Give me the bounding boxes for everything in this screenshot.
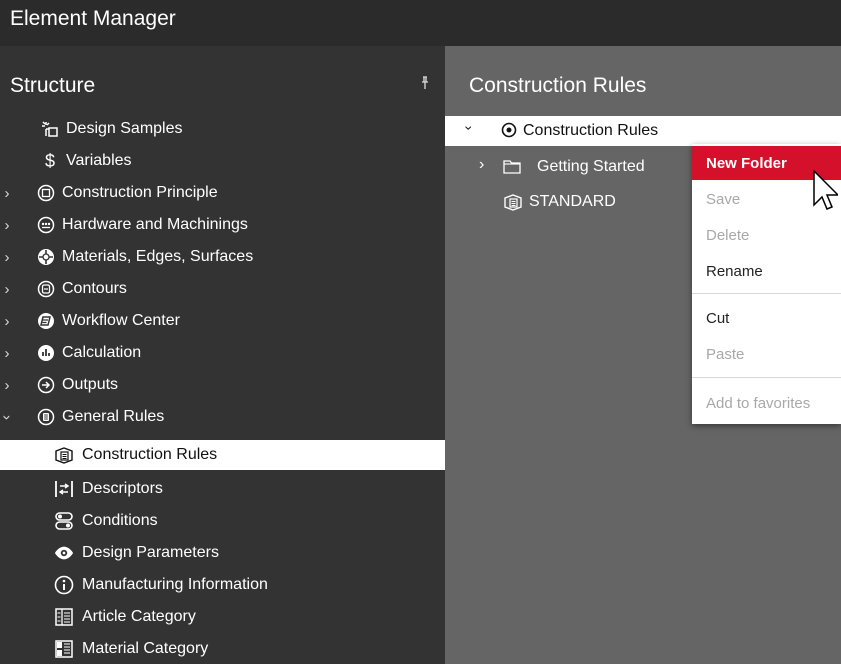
tree-item-construction-principle[interactable]: › Construction Principle: [0, 178, 445, 208]
descriptors-icon: [54, 479, 74, 499]
tree-item-construction-rules[interactable]: Construction Rules: [0, 440, 445, 470]
tree-item-contours[interactable]: › Contours: [0, 274, 445, 304]
chevron-down-icon[interactable]: ›: [0, 410, 16, 424]
tree-item-label: Conditions: [82, 512, 158, 529]
info-icon: [54, 575, 74, 595]
tree-item-label: Hardware and Machinings: [62, 216, 248, 233]
content-tree-item-label: Getting Started: [537, 158, 645, 175]
eye-icon: [54, 543, 74, 563]
tree-item-label: General Rules: [62, 408, 165, 425]
article-category-icon: [54, 607, 74, 627]
tree-item-label: Construction Rules: [82, 446, 218, 463]
conditions-icon: [54, 511, 74, 531]
content-tree-item-label: STANDARD: [529, 193, 616, 210]
tree-item-materials[interactable]: › Materials, Edges, Surfaces: [0, 242, 445, 272]
content-tree-root[interactable]: › Construction Rules: [445, 116, 841, 146]
target-icon: [501, 122, 517, 143]
rule-doc-icon: [503, 193, 523, 216]
chevron-right-icon[interactable]: ›: [0, 313, 14, 330]
construction-rules-icon: [54, 445, 74, 465]
construction-principle-icon: [36, 183, 56, 203]
mouse-cursor-icon: [812, 169, 840, 218]
tree-item-material-category[interactable]: Material Category: [0, 634, 445, 664]
chevron-right-icon[interactable]: ›: [0, 249, 14, 266]
pin-icon[interactable]: [420, 76, 430, 93]
workflow-icon: [36, 311, 56, 331]
tree-item-variables[interactable]: $ Variables: [0, 146, 445, 176]
tree-item-label: Calculation: [62, 344, 142, 361]
tree-item-label: Materials, Edges, Surfaces: [62, 248, 254, 265]
general-rules-icon: [36, 407, 56, 427]
tree-item-label: Variables: [66, 152, 132, 169]
menu-separator: [692, 377, 841, 378]
dollar-icon: $: [44, 150, 55, 171]
content-tree-root-label: Construction Rules: [523, 122, 659, 139]
tree-item-label: Contours: [62, 280, 127, 297]
structure-panel: Structure Design Samples $ Variables › C…: [0, 46, 445, 664]
tree-item-label: Material Category: [82, 640, 209, 657]
tree-item-label: Outputs: [62, 376, 119, 393]
tree-item-descriptors[interactable]: Descriptors: [0, 474, 445, 504]
menu-item-rename[interactable]: Rename: [692, 254, 841, 288]
tree-item-calculation[interactable]: › Calculation: [0, 338, 445, 368]
tree-item-design-parameters[interactable]: Design Parameters: [0, 538, 445, 568]
design-samples-icon: [40, 119, 60, 139]
hardware-icon: [36, 215, 56, 235]
tree-item-label: Workflow Center: [62, 312, 180, 329]
menu-item-cut[interactable]: Cut: [692, 301, 841, 335]
tree-item-label: Design Samples: [66, 120, 183, 137]
tree-item-label: Design Parameters: [82, 544, 219, 561]
chevron-right-icon[interactable]: ›: [0, 281, 14, 298]
tree-item-design-samples[interactable]: Design Samples: [0, 114, 445, 144]
materials-icon: [36, 247, 56, 267]
tree-item-workflow[interactable]: › Workflow Center: [0, 306, 445, 336]
material-category-icon: [54, 639, 74, 659]
calculation-icon: [36, 343, 56, 363]
chevron-right-icon[interactable]: ›: [0, 217, 14, 234]
menu-item-delete[interactable]: Delete: [692, 218, 841, 252]
menu-item-add-to-favorites[interactable]: Add to favorites: [692, 386, 841, 420]
outputs-icon: [36, 375, 56, 395]
tree-item-label: Manufacturing Information: [82, 576, 268, 593]
tree-item-conditions[interactable]: Conditions: [0, 506, 445, 536]
folder-icon: [503, 158, 521, 179]
tree-item-label: Article Category: [82, 608, 196, 625]
contours-icon: [36, 279, 56, 299]
title-bar: Element Manager: [0, 0, 841, 46]
tree-item-manufacturing-information[interactable]: Manufacturing Information: [0, 570, 445, 600]
menu-separator: [692, 293, 841, 294]
chevron-down-icon[interactable]: ›: [461, 126, 477, 131]
tree-item-label: Descriptors: [82, 480, 163, 497]
chevron-right-icon[interactable]: ›: [0, 185, 14, 202]
structure-panel-title: Structure: [10, 74, 96, 97]
tree-item-hardware[interactable]: › Hardware and Machinings: [0, 210, 445, 240]
content-panel-title: Construction Rules: [469, 74, 647, 97]
chevron-right-icon[interactable]: ›: [0, 345, 14, 362]
chevron-right-icon[interactable]: ›: [479, 156, 484, 174]
tree-item-general-rules[interactable]: › General Rules: [0, 402, 445, 432]
app-title: Element Manager: [10, 7, 176, 30]
menu-item-paste[interactable]: Paste: [692, 337, 841, 371]
tree-item-article-category[interactable]: Article Category: [0, 602, 445, 632]
tree-item-outputs[interactable]: › Outputs: [0, 370, 445, 400]
chevron-right-icon[interactable]: ›: [0, 377, 14, 394]
tree-item-label: Construction Principle: [62, 184, 218, 201]
